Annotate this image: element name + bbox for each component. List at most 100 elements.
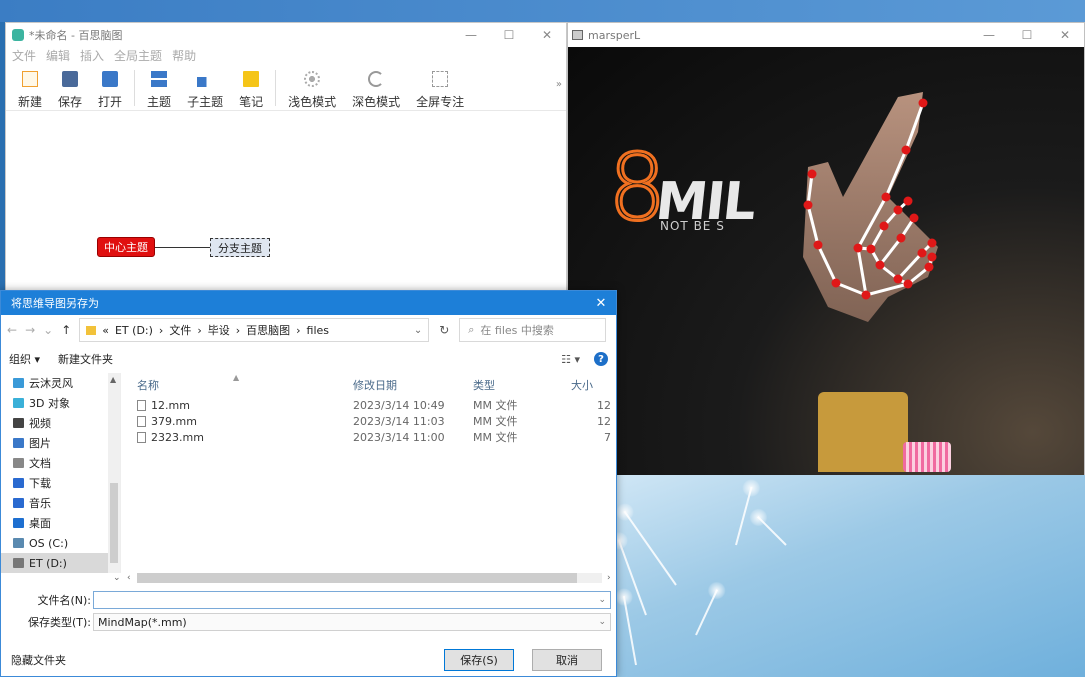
scroll-thumb[interactable]	[110, 483, 118, 563]
toolbar-separator	[134, 70, 136, 106]
nav-item-documents[interactable]: 文档	[1, 453, 120, 473]
document-icon	[13, 458, 24, 468]
file-browser: 云沐灵风 3D 对象 视频 图片 文档 下载 音乐 桌面 OS (C:) ET …	[1, 373, 618, 573]
central-topic-node[interactable]: 中心主题	[97, 237, 155, 257]
desktop-top-strip	[0, 0, 1085, 22]
nav-item-drive-c[interactable]: OS (C:)	[1, 533, 120, 553]
scroll-left-icon[interactable]: ‹	[127, 573, 131, 583]
camera-window-title: marsperL	[588, 28, 641, 42]
picture-icon	[13, 438, 24, 448]
filename-label: 文件名(N):	[37, 594, 91, 607]
cancel-button[interactable]: 取消	[532, 649, 602, 671]
open-button[interactable]: 打开	[90, 71, 130, 110]
maximize-button[interactable]: ☐	[490, 28, 528, 42]
close-button[interactable]: ✕	[1046, 28, 1084, 42]
table-row[interactable]: 12.mm 2023/3/14 10:49 MM 文件 12	[121, 397, 618, 413]
address-bar[interactable]: « ET (D:) › 文件 › 毕设 › 百思脑图 › files ⌄	[79, 318, 430, 342]
back-arrow-icon[interactable]: ←	[7, 323, 17, 337]
column-size[interactable]: 大小	[571, 377, 611, 393]
menu-global-theme[interactable]: 全局主题	[114, 47, 162, 64]
nav-item-user[interactable]: 云沐灵风	[1, 373, 120, 393]
toolbar-overflow-icon[interactable]: »	[556, 79, 562, 90]
nav-scrollbar[interactable]: ▲	[108, 373, 120, 573]
nav-item-pictures[interactable]: 图片	[1, 433, 120, 453]
mindmap-titlebar: *未命名 - 百思脑图 — ☐ ✕	[6, 23, 566, 47]
nav-item-desktop[interactable]: 桌面	[1, 513, 120, 533]
chevron-down-icon[interactable]: ⌄	[598, 617, 606, 627]
app-icon	[12, 29, 24, 41]
filename-row: 文件名(N): ⌄	[1, 589, 618, 611]
nav-item-downloads[interactable]: 下载	[1, 473, 120, 493]
search-box[interactable]: ⌕ 在 files 中搜索	[459, 318, 606, 342]
folder-icon	[86, 325, 97, 335]
table-row[interactable]: 2323.mm 2023/3/14 11:00 MM 文件 7	[121, 429, 618, 445]
maximize-button[interactable]: ☐	[1008, 28, 1046, 42]
nav-item-drive-d[interactable]: ET (D:)	[1, 553, 120, 573]
navigation-pane: 云沐灵风 3D 对象 视频 图片 文档 下载 音乐 桌面 OS (C:) ET …	[1, 373, 121, 573]
light-mode-button[interactable]: 浅色模式	[280, 71, 344, 110]
minimize-button[interactable]: —	[452, 28, 490, 42]
new-file-icon	[22, 71, 38, 87]
nav-item-music[interactable]: 音乐	[1, 493, 120, 513]
nav-item-videos[interactable]: 视频	[1, 413, 120, 433]
scroll-up-icon[interactable]: ▲	[110, 375, 116, 384]
drive-icon	[13, 558, 24, 568]
scroll-right-icon[interactable]: ›	[607, 573, 611, 583]
breadcrumb-app[interactable]: 百思脑图	[246, 322, 290, 338]
fullscreen-button[interactable]: 全屏专注	[408, 71, 472, 110]
branch-topic-node[interactable]: 分支主题	[210, 238, 270, 257]
hide-folders-toggle[interactable]: 隐藏文件夹	[11, 652, 66, 668]
filename-input[interactable]: ⌄	[93, 591, 611, 609]
organize-button[interactable]: 组织 ▾	[9, 351, 40, 367]
column-type[interactable]: 类型	[473, 377, 571, 393]
chevron-down-icon[interactable]: ⌄	[598, 595, 606, 605]
breadcrumb-drive[interactable]: ET (D:)	[115, 324, 153, 337]
table-row[interactable]: 379.mm 2023/3/14 11:03 MM 文件 12	[121, 413, 618, 429]
video-icon	[13, 418, 24, 428]
breadcrumb-files-folder[interactable]: 文件	[169, 322, 191, 338]
chevron-down-icon[interactable]: ⌄	[414, 325, 422, 336]
dialog-footer: 隐藏文件夹 保存(S) 取消	[1, 643, 618, 677]
subtopic-icon	[197, 77, 214, 87]
chevron-down-icon[interactable]: ⌄	[113, 573, 121, 583]
close-button[interactable]: ✕	[528, 28, 566, 42]
user-folder-icon	[13, 378, 24, 388]
breadcrumb-overflow[interactable]: «	[102, 324, 109, 337]
sun-icon	[304, 71, 321, 87]
save-button[interactable]: 保存	[50, 71, 90, 110]
moon-icon	[368, 71, 385, 87]
help-icon[interactable]: ?	[594, 352, 608, 366]
breadcrumb-thesis[interactable]: 毕设	[208, 322, 230, 338]
forward-arrow-icon[interactable]: →	[25, 323, 35, 337]
topic-button[interactable]: 主题	[139, 71, 179, 110]
mindmap-window: *未命名 - 百思脑图 — ☐ ✕ 文件 编辑 插入 全局主题 帮助 新建 保存…	[5, 22, 567, 297]
dialog-titlebar: 将思维导图另存为 ✕	[1, 291, 616, 315]
breadcrumb-current[interactable]: files	[307, 324, 329, 337]
save-button[interactable]: 保存(S)	[444, 649, 514, 671]
recent-locations-icon[interactable]: ⌄	[43, 323, 53, 337]
column-date[interactable]: 修改日期	[353, 377, 473, 393]
up-arrow-icon[interactable]: ↑	[61, 323, 71, 337]
dialog-close-button[interactable]: ✕	[586, 296, 616, 311]
horizontal-scrollbar[interactable]: ⌄ ‹ ›	[1, 571, 618, 585]
view-options-icon[interactable]: ☷ ▾	[561, 353, 580, 366]
scroll-thumb[interactable]	[137, 573, 577, 583]
new-folder-button[interactable]: 新建文件夹	[58, 351, 113, 367]
mindmap-canvas[interactable]	[6, 111, 566, 296]
menu-file[interactable]: 文件	[12, 47, 36, 64]
camera-window: marsperL — ☐ ✕ MIL NOT BE S 8	[567, 22, 1085, 475]
minimize-button[interactable]: —	[970, 28, 1008, 42]
window-title: *未命名 - 百思脑图	[29, 29, 123, 42]
refresh-icon[interactable]: ↻	[429, 323, 459, 337]
hand-landmarks-overlay	[803, 92, 938, 322]
nav-item-3d-objects[interactable]: 3D 对象	[1, 393, 120, 413]
new-button[interactable]: 新建	[10, 71, 50, 110]
dark-mode-button[interactable]: 深色模式	[344, 71, 408, 110]
menu-help[interactable]: 帮助	[172, 47, 196, 64]
music-note-icon	[13, 498, 24, 508]
menu-edit[interactable]: 编辑	[46, 47, 70, 64]
filetype-select[interactable]: MindMap(*.mm) ⌄	[93, 613, 611, 631]
note-button[interactable]: 笔记	[231, 71, 271, 110]
subtopic-button[interactable]: 子主题	[179, 71, 231, 110]
menu-insert[interactable]: 插入	[80, 47, 104, 64]
